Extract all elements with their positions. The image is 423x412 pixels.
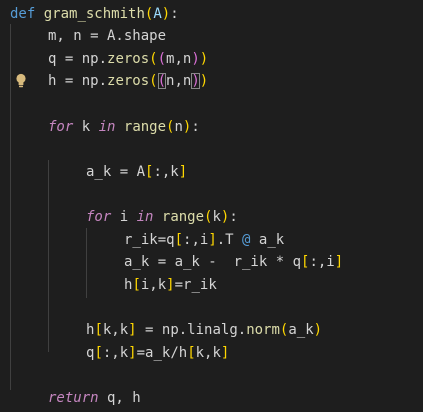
code-line[interactable]: h = np.zeros((n,n)) <box>0 70 423 93</box>
code-token: : <box>229 208 238 225</box>
code-token: : <box>170 5 179 22</box>
code-editor[interactable]: def gram_schmith(A): m, n = A.shape q = np… <box>0 0 423 412</box>
code-token: ] <box>128 344 137 361</box>
code-token: :,k <box>153 163 179 180</box>
code-token: k <box>212 208 221 225</box>
code-token: q, h <box>98 389 141 406</box>
code-line[interactable]: a_k = A[:,k] <box>0 161 423 184</box>
code-line[interactable] <box>0 138 423 161</box>
code-token: k,k <box>195 344 221 361</box>
code-token: ) <box>161 5 171 22</box>
code-token: i <box>111 208 137 225</box>
code-token: a_k <box>250 231 285 248</box>
code-token: ] <box>128 321 137 338</box>
code-line[interactable] <box>0 364 423 387</box>
code-token: zeros <box>107 73 150 90</box>
code-token: ) <box>313 321 323 338</box>
code-token: n <box>174 118 183 135</box>
code-token: return <box>48 389 99 406</box>
code-token: in <box>98 118 116 135</box>
code-token: for <box>48 118 74 135</box>
code-token: ] <box>220 344 230 361</box>
code-token: norm <box>246 321 280 338</box>
code-token: ] <box>166 276 175 293</box>
code-token: ( <box>157 50 167 67</box>
code-token: [ <box>94 321 103 338</box>
code-token: r_ik=q <box>124 231 175 248</box>
code-line[interactable]: for k in range(n): <box>0 116 423 139</box>
code-token: range <box>123 118 167 135</box>
code-token: [ <box>132 276 141 293</box>
code-line[interactable] <box>0 183 423 206</box>
code-line[interactable] <box>0 93 423 116</box>
code-token: = np.linalg. <box>136 321 247 338</box>
code-token: h = np. <box>48 73 108 90</box>
code-token: a_k = a_k - r_ik * q <box>124 254 302 271</box>
code-line[interactable]: h[k,k] = np.linalg.norm(a_k) <box>0 319 423 342</box>
code-token: ) <box>191 50 200 67</box>
code-token: for <box>86 208 112 225</box>
code-token: ) <box>199 50 209 67</box>
code-token: ( <box>149 50 158 67</box>
code-token: range <box>161 208 205 225</box>
code-token: =r_ik <box>174 276 217 293</box>
code-token: :,k <box>102 344 129 361</box>
code-line[interactable]: r_ik=q[:,i].T @ a_k <box>0 229 423 252</box>
code-token: i,k <box>140 276 167 293</box>
code-line[interactable]: def gram_schmith(A): <box>0 3 423 26</box>
code-token: ] <box>178 163 188 180</box>
code-token: :,i <box>183 231 209 248</box>
code-line[interactable]: a_k = a_k - r_ik * q[:,i] <box>0 251 423 274</box>
code-token: [ <box>174 231 184 248</box>
code-line[interactable] <box>0 296 423 319</box>
code-token: :,i <box>309 254 335 271</box>
code-token: : <box>191 118 200 135</box>
code-token: a_k <box>288 321 314 338</box>
code-token: k,k <box>102 321 129 338</box>
code-line[interactable]: m, n = A.shape <box>0 25 423 48</box>
code-token: A <box>153 5 162 22</box>
code-token: [ <box>94 344 103 361</box>
code-line[interactable]: q = np.zeros((m,n)) <box>0 48 423 71</box>
code-token: m, n = A.shape <box>48 28 167 45</box>
code-token: a_k = A <box>86 163 146 180</box>
code-token: m,n <box>166 50 192 67</box>
lightbulb-icon[interactable] <box>15 73 27 89</box>
code-token: ) <box>199 73 209 90</box>
code-token: k <box>73 118 99 135</box>
code-token: [ <box>187 344 196 361</box>
code-token: ) <box>191 73 200 90</box>
code-token: zeros <box>107 50 150 67</box>
code-token: def <box>10 5 36 22</box>
code-token: gram_schmith <box>43 5 145 22</box>
code-token: n,n <box>166 73 192 90</box>
code-token: q = np. <box>48 50 108 67</box>
code-line[interactable]: return q, h <box>0 387 423 410</box>
code-token: ( <box>149 73 158 90</box>
code-line[interactable]: q[:,k]=a_k/h[k,k] <box>0 342 423 365</box>
code-token: ] <box>208 231 217 248</box>
code-token: in <box>136 208 154 225</box>
code-line[interactable]: h[i,k]=r_ik <box>0 274 423 297</box>
code-line[interactable]: for i in range(k): <box>0 206 423 229</box>
code-token: .T <box>216 231 243 248</box>
code-token: =a_k/h <box>136 344 188 361</box>
code-token: ] <box>334 254 344 271</box>
code-token: ( <box>157 73 167 90</box>
